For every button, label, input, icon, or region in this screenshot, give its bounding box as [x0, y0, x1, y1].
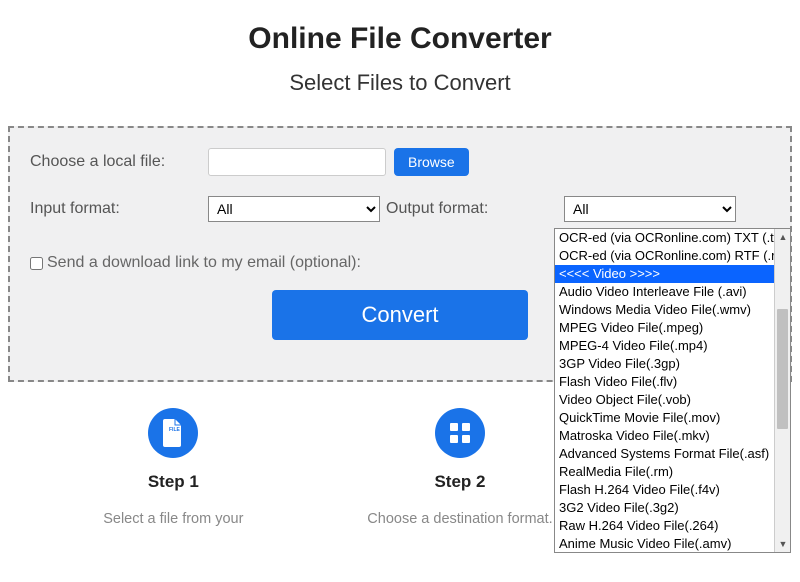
- dropdown-option[interactable]: 3G2 Video File(.3g2): [555, 499, 774, 517]
- dropdown-scrollbar[interactable]: ▲ ▼: [774, 229, 790, 552]
- convert-button[interactable]: Convert: [272, 290, 528, 340]
- step-1-desc: Select a file from your: [73, 510, 273, 529]
- dropdown-option[interactable]: Advanced Systems Format File(.asf): [555, 445, 774, 463]
- file-icon: FILE: [148, 408, 198, 458]
- dropdown-option[interactable]: Anime Music Video File(.amv): [555, 535, 774, 552]
- page-title: Online File Converter: [0, 22, 800, 56]
- dropdown-option[interactable]: Matroska Video File(.mkv): [555, 427, 774, 445]
- dropdown-option[interactable]: QuickTime Movie File(.mov): [555, 409, 774, 427]
- dropdown-option[interactable]: MPEG Video File(.mpeg): [555, 319, 774, 337]
- scroll-up-arrow[interactable]: ▲: [775, 229, 791, 245]
- dropdown-option[interactable]: Raw H.264 Video File(.264): [555, 517, 774, 535]
- dropdown-option[interactable]: Video Object File(.vob): [555, 391, 774, 409]
- dropdown-option[interactable]: 3GP Video File(.3gp): [555, 355, 774, 373]
- file-path-input[interactable]: [208, 148, 386, 176]
- email-checkbox[interactable]: [30, 257, 43, 270]
- svg-text:FILE: FILE: [169, 427, 180, 433]
- dropdown-option[interactable]: OCR-ed (via OCRonline.com) RTF (.rtf): [555, 247, 774, 265]
- step-2-desc: Choose a destination format.: [360, 510, 560, 529]
- output-format-select[interactable]: All: [564, 196, 736, 222]
- step-2-title: Step 2: [360, 472, 560, 492]
- page-subtitle: Select Files to Convert: [0, 70, 800, 96]
- file-row: Choose a local file: Browse: [30, 148, 770, 176]
- output-format-label: Output format:: [386, 200, 564, 218]
- browse-button[interactable]: Browse: [394, 148, 469, 176]
- scroll-down-arrow[interactable]: ▼: [775, 536, 791, 552]
- dropdown-option[interactable]: Flash Video File(.flv): [555, 373, 774, 391]
- input-format-label: Input format:: [30, 200, 208, 218]
- step-1-title: Step 1: [73, 472, 273, 492]
- email-label: Send a download link to my email (option…: [47, 254, 361, 272]
- input-format-select[interactable]: All: [208, 196, 380, 222]
- step-2: Step 2 Choose a destination format.: [360, 408, 560, 529]
- scroll-thumb[interactable]: [777, 309, 788, 429]
- step-1: FILE Step 1 Select a file from your: [73, 408, 273, 529]
- choose-file-label: Choose a local file:: [30, 153, 208, 171]
- dropdown-option[interactable]: Windows Media Video File(.wmv): [555, 301, 774, 319]
- output-format-dropdown[interactable]: OCR-ed (via OCRonline.com) TXT (.txt)OCR…: [554, 228, 791, 553]
- grid-icon: [435, 408, 485, 458]
- dropdown-option[interactable]: <<<< Video >>>>: [555, 265, 774, 283]
- dropdown-option[interactable]: Audio Video Interleave File (.avi): [555, 283, 774, 301]
- dropdown-option[interactable]: RealMedia File(.rm): [555, 463, 774, 481]
- dropdown-option[interactable]: Flash H.264 Video File(.f4v): [555, 481, 774, 499]
- dropdown-option[interactable]: OCR-ed (via OCRonline.com) TXT (.txt): [555, 229, 774, 247]
- format-row: Input format: All Output format: All: [30, 196, 770, 222]
- dropdown-option[interactable]: MPEG-4 Video File(.mp4): [555, 337, 774, 355]
